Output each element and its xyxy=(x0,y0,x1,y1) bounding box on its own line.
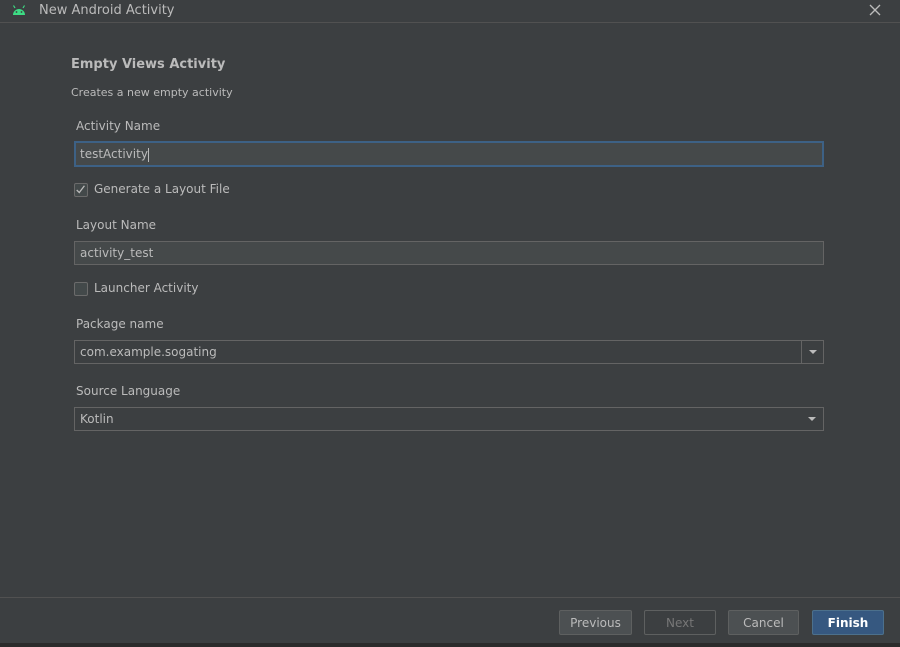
window-title: New Android Activity xyxy=(39,3,175,18)
layout-name-value: activity_test xyxy=(80,246,154,260)
generate-layout-label: Generate a Layout File xyxy=(94,182,230,196)
source-language-label: Source Language xyxy=(76,384,181,398)
activity-name-label: Activity Name xyxy=(76,119,161,133)
package-name-label: Package name xyxy=(76,317,164,331)
android-icon xyxy=(12,5,26,15)
chevron-down-icon xyxy=(808,417,816,421)
text-caret xyxy=(147,147,149,162)
window-bottom-edge xyxy=(0,643,900,647)
source-language-value: Kotlin xyxy=(80,412,114,426)
previous-button[interactable]: Previous xyxy=(559,610,632,635)
title-bar: New Android Activity xyxy=(0,0,900,23)
cancel-button[interactable]: Cancel xyxy=(728,610,799,635)
close-icon[interactable] xyxy=(866,1,884,19)
package-name-dropdown-button[interactable] xyxy=(801,341,823,363)
layout-name-field[interactable]: activity_test xyxy=(74,241,824,265)
source-language-select[interactable]: Kotlin xyxy=(74,407,824,431)
generate-layout-checkbox[interactable] xyxy=(74,183,88,197)
dialog-footer: Previous Next Cancel Finish xyxy=(0,597,900,647)
next-button[interactable]: Next xyxy=(644,610,716,635)
source-language-dropdown-button[interactable] xyxy=(801,408,823,430)
package-name-combobox[interactable]: com.example.sogating xyxy=(74,340,824,364)
activity-name-field[interactable]: testActivity xyxy=(74,141,824,167)
template-title: Empty Views Activity xyxy=(71,57,226,72)
finish-button[interactable]: Finish xyxy=(812,610,884,635)
layout-name-label: Layout Name xyxy=(76,218,157,232)
template-description: Creates a new empty activity xyxy=(71,86,233,99)
package-name-value: com.example.sogating xyxy=(80,345,217,359)
activity-name-value: testActivity xyxy=(80,147,148,161)
checkmark-icon xyxy=(76,185,85,194)
launcher-activity-label: Launcher Activity xyxy=(94,281,199,295)
chevron-down-icon xyxy=(809,350,817,354)
launcher-activity-checkbox[interactable] xyxy=(74,282,88,296)
